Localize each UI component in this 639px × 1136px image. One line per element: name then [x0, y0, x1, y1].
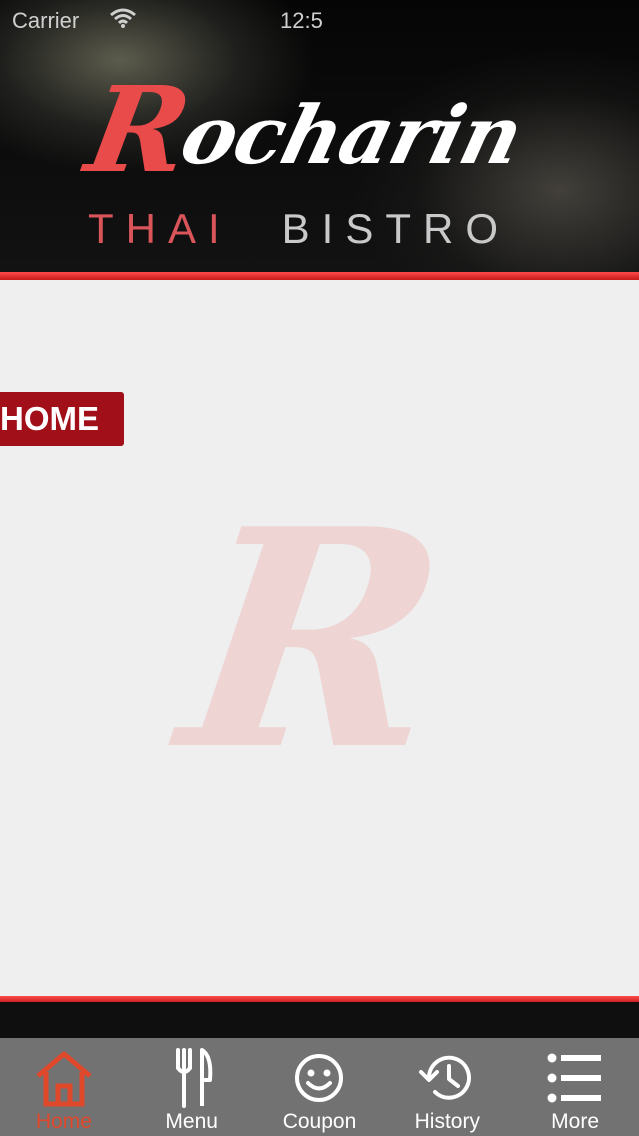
restaurant-logo: R ocharin	[78, 60, 560, 199]
home-content: HOME R	[0, 280, 639, 996]
header-divider	[0, 272, 639, 280]
logo-watermark: R	[165, 463, 465, 816]
list-icon	[543, 1046, 607, 1110]
section-label-text: HOME	[0, 400, 99, 437]
tab-menu-label: Menu	[165, 1110, 218, 1133]
home-icon	[32, 1046, 96, 1110]
tab-more-label: More	[551, 1110, 600, 1133]
tab-coupon[interactable]: Coupon	[256, 1038, 384, 1136]
tab-coupon-label: Coupon	[282, 1110, 357, 1133]
status-bar: Carrier 12:5	[12, 6, 627, 38]
smiley-icon	[287, 1046, 351, 1110]
tab-home-label: Home	[35, 1110, 92, 1133]
tab-menu[interactable]: Menu	[128, 1038, 256, 1136]
status-time: 12:5	[280, 8, 323, 33]
logo-name: ocharin	[172, 88, 532, 182]
logo-subtitle-thai: THAI	[88, 205, 232, 252]
wifi-icon	[110, 8, 136, 34]
tab-home[interactable]: Home	[0, 1038, 128, 1136]
history-icon	[415, 1046, 479, 1110]
tab-history[interactable]: History	[383, 1038, 511, 1136]
footer-strip	[0, 1002, 639, 1038]
logo-subtitle: THAI BISTRO	[88, 205, 510, 253]
tab-bar: Home Menu Coupon History More	[0, 1038, 639, 1136]
tab-more[interactable]: More	[511, 1038, 639, 1136]
app-header: Carrier 12:5 R ocharin THAI BISTRO	[0, 0, 639, 272]
tab-history-label: History	[414, 1110, 480, 1133]
carrier-label: Carrier	[12, 8, 80, 33]
section-label: HOME	[0, 392, 124, 446]
fork-knife-icon	[160, 1046, 224, 1110]
logo-subtitle-bistro: BISTRO	[281, 205, 511, 252]
